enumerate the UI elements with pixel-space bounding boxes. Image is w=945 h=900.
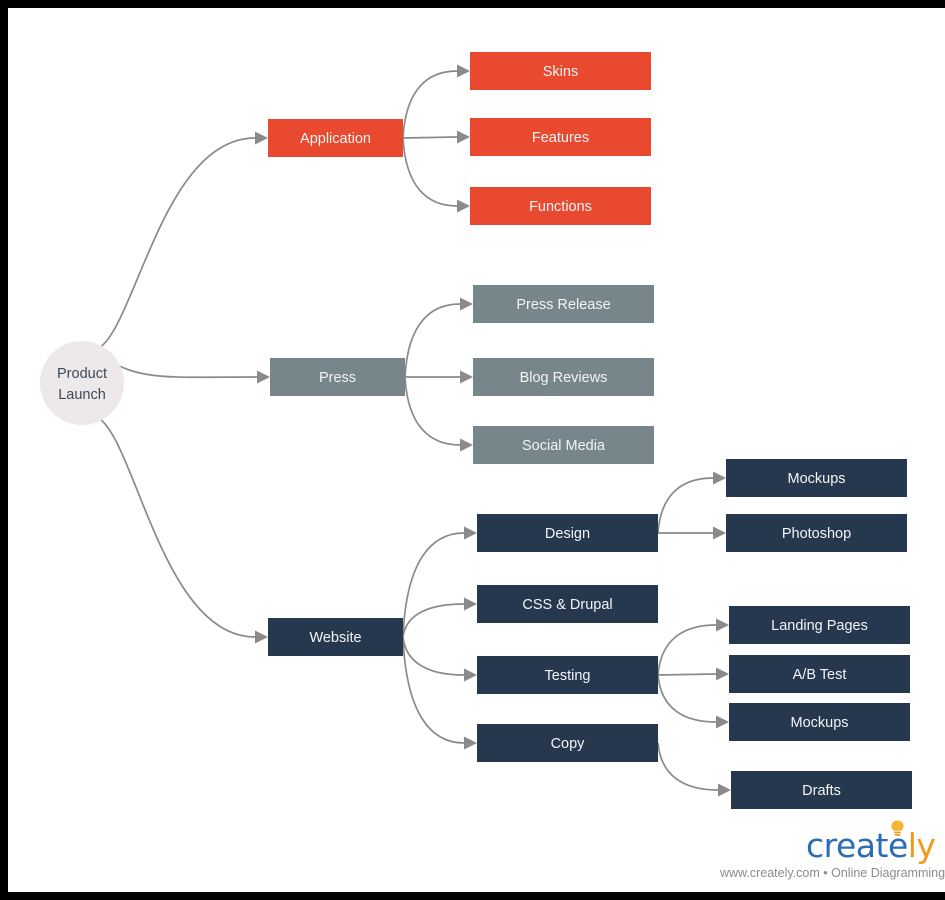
connector-line [404, 303, 461, 378]
connector-line [402, 136, 458, 139]
arrowhead-icon [713, 526, 726, 540]
node-label-press: Press [319, 370, 356, 386]
node-ab-test[interactable]: A/B Test [729, 655, 910, 693]
connector-line [402, 636, 465, 676]
diagram-canvas: Product Launch Application Skins Features Fun… [8, 8, 945, 892]
connector-line [402, 70, 458, 139]
node-label-mockups-test: Mockups [790, 715, 848, 731]
node-label-landing-pages: Landing Pages [771, 618, 868, 634]
node-label-website: Website [309, 630, 361, 646]
connector-line [657, 674, 717, 723]
arrowhead-icon [255, 131, 268, 145]
logo-text-e: e [887, 826, 908, 865]
connector-line [402, 603, 465, 638]
arrowhead-icon [716, 715, 729, 729]
connector-line [402, 137, 458, 207]
connector-line [404, 376, 461, 446]
logo-text-creat: creat [806, 826, 888, 865]
node-label-press-release: Press Release [516, 297, 610, 313]
node-mockups-test[interactable]: Mockups [729, 703, 910, 741]
connector-line [657, 624, 717, 676]
root-circle[interactable] [40, 341, 124, 425]
arrowhead-icon [460, 370, 473, 384]
node-label-css-drupal: CSS & Drupal [522, 597, 612, 613]
connector-line [402, 636, 465, 744]
node-label-photoshop: Photoshop [782, 526, 851, 542]
arrowhead-icon [457, 64, 470, 78]
arrowhead-icon [716, 667, 729, 681]
node-css-drupal[interactable]: CSS & Drupal [477, 585, 658, 623]
node-mockups-design[interactable]: Mockups [726, 459, 907, 497]
node-functions[interactable]: Functions [470, 187, 651, 225]
arrowhead-icon [718, 783, 731, 797]
node-product-launch[interactable]: Product Launch [40, 341, 124, 425]
arrowhead-icon [464, 668, 477, 682]
node-press-release[interactable]: Press Release [473, 285, 654, 323]
node-label-functions: Functions [529, 199, 592, 215]
node-features[interactable]: Features [470, 118, 651, 156]
node-label-social-media: Social Media [522, 438, 606, 454]
arrowhead-icon [457, 199, 470, 213]
node-label-ab-test: A/B Test [793, 667, 847, 683]
arrowhead-icon [257, 370, 270, 384]
arrowhead-icon [460, 438, 473, 452]
node-label-skins: Skins [543, 64, 578, 80]
arrowhead-icon [464, 736, 477, 750]
arrowhead-icon [255, 630, 268, 644]
node-label-design: Design [545, 526, 590, 542]
node-label-testing: Testing [545, 668, 591, 684]
arrowhead-icon [464, 597, 477, 611]
node-landing-pages[interactable]: Landing Pages [729, 606, 910, 644]
logo-tagline: www.creately.com • Online Diagramming [720, 866, 945, 880]
node-website[interactable]: Website [268, 618, 403, 656]
arrowhead-icon [457, 130, 470, 144]
node-label-mockups-design: Mockups [787, 471, 845, 487]
node-photoshop[interactable]: Photoshop [726, 514, 907, 552]
node-label-blog-reviews: Blog Reviews [520, 370, 608, 386]
arrowhead-icon [713, 471, 726, 485]
creately-logo[interactable]: creately www.creately.com • Online Diagr… [708, 816, 945, 892]
node-copy[interactable]: Copy [477, 724, 658, 762]
node-drafts[interactable]: Drafts [731, 771, 912, 809]
arrowhead-icon [460, 297, 473, 311]
node-social-media[interactable]: Social Media [473, 426, 654, 464]
connector-line [657, 477, 714, 534]
mind-map-svg: Product Launch Application Skins Features Fun… [40, 52, 912, 809]
node-label-drafts: Drafts [802, 783, 841, 799]
node-press[interactable]: Press [270, 358, 405, 396]
node-design[interactable]: Design [477, 514, 658, 552]
node-label-features: Features [532, 130, 589, 146]
root-label-line1: Product [57, 366, 107, 382]
arrowhead-icon [716, 618, 729, 632]
root-label-line2: Launch [58, 387, 106, 403]
arrowhead-icon [464, 526, 477, 540]
connector-line [657, 742, 719, 791]
logo-wordmark: creately [806, 826, 936, 865]
node-label-application: Application [300, 131, 371, 147]
connector-line [94, 414, 256, 638]
node-layer: Product Launch Application Skins Features Fun… [40, 52, 912, 809]
node-application[interactable]: Application [268, 119, 403, 157]
connector-line [94, 137, 256, 352]
node-blog-reviews[interactable]: Blog Reviews [473, 358, 654, 396]
logo-text-ly: ly [907, 826, 936, 865]
connector-line [657, 673, 717, 676]
connector-line [402, 532, 465, 638]
node-skins[interactable]: Skins [470, 52, 651, 90]
node-testing[interactable]: Testing [477, 656, 658, 694]
node-label-copy: Copy [551, 736, 586, 752]
